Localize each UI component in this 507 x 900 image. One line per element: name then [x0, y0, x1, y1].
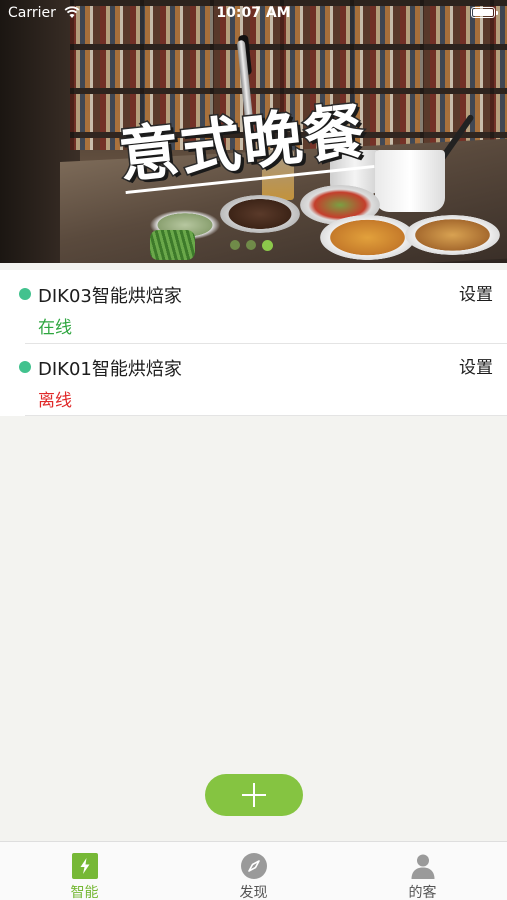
tab-discover[interactable]: 发现 — [169, 842, 338, 900]
battery-icon — [471, 7, 498, 18]
banner-bowl — [405, 215, 500, 255]
banner-bowl — [320, 215, 415, 260]
tab-bar: 智能 发现 的客 — [0, 841, 507, 900]
plus-icon — [253, 783, 255, 807]
banner-cup — [375, 150, 445, 212]
app-screen: 意式晚餐 Carrier 10:07 AM DIK03智能烘焙家 在线 设置 D… — [0, 0, 507, 900]
device-status: 在线 — [38, 318, 72, 338]
page-dot[interactable] — [246, 240, 256, 250]
tab-label: 智能 — [70, 885, 99, 900]
device-indicator-dot — [19, 361, 31, 373]
compass-icon — [240, 853, 267, 879]
device-name: DIK03智能烘焙家 — [38, 286, 182, 307]
lightning-icon — [71, 853, 98, 879]
device-indicator-dot — [19, 288, 31, 300]
banner-carousel[interactable]: 意式晚餐 Carrier 10:07 AM — [0, 0, 507, 263]
tab-smart[interactable]: 智能 — [0, 842, 169, 900]
page-dot[interactable] — [230, 240, 240, 250]
banner-greens — [150, 230, 195, 260]
device-row[interactable]: DIK03智能烘焙家 在线 设置 — [0, 270, 507, 343]
tab-profile[interactable]: 的客 — [338, 842, 507, 900]
status-bar: Carrier 10:07 AM — [0, 0, 507, 26]
device-settings-button[interactable]: 设置 — [459, 280, 493, 305]
person-icon — [411, 854, 434, 879]
carousel-page-indicator[interactable] — [230, 240, 273, 251]
tab-label: 发现 — [239, 885, 268, 900]
device-status: 离线 — [38, 391, 72, 411]
device-name: DIK01智能烘焙家 — [38, 359, 182, 380]
device-list: DIK03智能烘焙家 在线 设置 DIK01智能烘焙家 离线 设置 — [0, 270, 507, 416]
device-row[interactable]: DIK01智能烘焙家 离线 设置 — [0, 343, 507, 416]
clock: 10:07 AM — [216, 5, 291, 21]
banner-bowl — [220, 195, 300, 233]
add-device-button[interactable] — [205, 774, 303, 816]
page-dot-active[interactable] — [262, 240, 273, 251]
device-settings-button[interactable]: 设置 — [459, 353, 493, 378]
tab-label: 的客 — [408, 885, 437, 900]
